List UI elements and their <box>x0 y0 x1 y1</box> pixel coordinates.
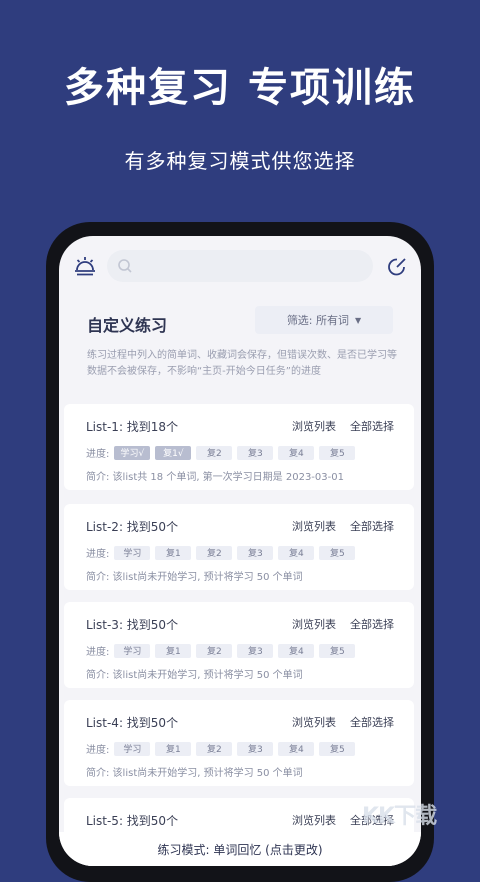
progress-label: 进度: <box>86 745 110 756</box>
stage-chip: 复5 <box>319 545 356 560</box>
stage-chip: 复2 <box>196 445 233 460</box>
progress-row: 进度: 学习 复1 复2 复3 复4 复5 <box>86 643 356 658</box>
practice-mode-label: 练习模式: 单词回忆 (点击更改) <box>157 842 323 857</box>
stage-chip: 复3 <box>237 741 274 756</box>
page-description: 练习过程中列入的简单词、收藏词会保存，但错误次数、是否已学习等数据不会被保存，不… <box>87 350 397 377</box>
stage-chip: 学习 <box>114 741 151 756</box>
progress-label: 进度: <box>86 549 110 560</box>
stage-chip: 复3 <box>237 545 274 560</box>
stage-chip: 学习 <box>114 545 151 560</box>
stage-chip: 复1 <box>155 643 192 658</box>
list-summary: 简介: 该list尚未开始学习, 预计将学习 50 个单词 <box>86 670 303 681</box>
browse-list-link[interactable]: 浏览列表 <box>292 418 336 434</box>
stage-chip: 复4 <box>278 741 315 756</box>
stage-chip: 复1√ <box>155 445 192 460</box>
stage-chip: 复3 <box>237 445 274 460</box>
progress-label: 进度: <box>86 449 110 460</box>
list-title: List-4: 找到50个 <box>86 716 179 730</box>
stage-chip: 学习√ <box>114 445 151 460</box>
list-title: List-1: 找到18个 <box>86 420 179 434</box>
stage-chip: 复4 <box>278 643 315 658</box>
select-all-link[interactable]: 全部选择 <box>350 518 394 534</box>
stage-chip: 复1 <box>155 545 192 560</box>
list-summary: 简介: 该list共 18 个单词, 第一次学习日期是 2023-03-01 <box>86 472 344 483</box>
chevron-down-icon: ▼ <box>355 315 362 325</box>
stage-chip: 复2 <box>196 643 233 658</box>
top-bar <box>59 236 421 298</box>
list-title: List-2: 找到50个 <box>86 520 179 534</box>
list-card: List-4: 找到50个 浏览列表 全部选择 进度: 学习 复1 复2 复3 … <box>64 700 414 786</box>
page-title: 自定义练习 <box>87 316 168 335</box>
hero-title: 多种复习 专项训练 <box>64 65 416 111</box>
stage-chip: 复1 <box>155 741 192 756</box>
watermark-logo: KK下载 <box>362 804 437 829</box>
stage-chip: 复5 <box>319 445 356 460</box>
select-all-link[interactable]: 全部选择 <box>350 418 394 434</box>
stage-chip: 复5 <box>319 643 356 658</box>
hero-subtitle: 有多种复习模式供您选择 <box>124 149 356 173</box>
list-summary: 简介: 该list尚未开始学习, 预计将学习 50 个单词 <box>86 768 303 779</box>
progress-row: 进度: 学习 复1 复2 复3 复4 复5 <box>86 545 356 560</box>
browse-list-link[interactable]: 浏览列表 <box>292 616 336 632</box>
select-all-link[interactable]: 全部选择 <box>350 616 394 632</box>
list-card: List-1: 找到18个 浏览列表 全部选择 进度: 学习√ 复1√ 复2 复… <box>64 404 414 490</box>
list-title: List-3: 找到50个 <box>86 618 179 632</box>
progress-row: 进度: 学习√ 复1√ 复2 复3 复4 复5 <box>86 445 356 460</box>
practice-mode-bar[interactable]: 练习模式: 单词回忆 (点击更改) <box>59 832 421 866</box>
stage-chip: 复4 <box>278 545 315 560</box>
select-all-link[interactable]: 全部选择 <box>350 714 394 730</box>
list-card: List-3: 找到50个 浏览列表 全部选择 进度: 学习 复1 复2 复3 … <box>64 602 414 688</box>
phone-screen: 自定义练习 筛选: 所有词 ▼ 练习过程中列入的简单词、收藏词会保存，但错误次数… <box>59 236 421 866</box>
stage-chip: 复2 <box>196 741 233 756</box>
search-bar[interactable] <box>107 250 373 282</box>
browse-list-link[interactable]: 浏览列表 <box>292 518 336 534</box>
stage-chip: 复4 <box>278 445 315 460</box>
search-icon <box>117 258 133 274</box>
alarm-icon[interactable] <box>73 255 97 279</box>
filter-label: 筛选: 所有词 <box>286 314 350 327</box>
stage-chip: 复5 <box>319 741 356 756</box>
progress-row: 进度: 学习 复1 复2 复3 复4 复5 <box>86 741 356 756</box>
edit-icon[interactable] <box>385 255 409 279</box>
list-card: List-2: 找到50个 浏览列表 全部选择 进度: 学习 复1 复2 复3 … <box>64 504 414 590</box>
filter-dropdown[interactable]: 筛选: 所有词 ▼ <box>255 306 393 334</box>
stage-chip: 复2 <box>196 545 233 560</box>
progress-label: 进度: <box>86 647 110 658</box>
browse-list-link[interactable]: 浏览列表 <box>292 714 336 730</box>
stage-chip: 学习 <box>114 643 151 658</box>
list-summary: 简介: 该list尚未开始学习, 预计将学习 50 个单词 <box>86 572 303 583</box>
page-header: 自定义练习 筛选: 所有词 ▼ 练习过程中列入的简单词、收藏词会保存，但错误次数… <box>59 298 421 388</box>
list-title: List-5: 找到50个 <box>86 814 179 828</box>
stage-chip: 复3 <box>237 643 274 658</box>
browse-list-link[interactable]: 浏览列表 <box>292 812 336 828</box>
